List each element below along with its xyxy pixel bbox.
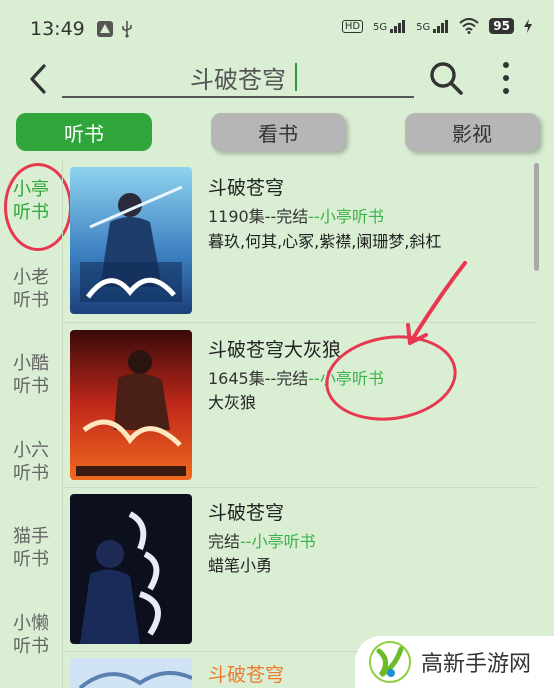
- text-caret: [295, 63, 297, 91]
- book-meta: 完结--小亭听书: [208, 528, 316, 552]
- list-item[interactable]: 斗破苍穹大灰狼 1645集--完结--小亭听书 大灰狼: [64, 325, 534, 485]
- book-cover-image: [70, 330, 192, 480]
- status-icons: HD 5G 5G 95: [341, 18, 532, 34]
- tab-video[interactable]: 影视: [405, 113, 539, 151]
- sidebar-divider: [62, 160, 63, 688]
- scrollbar[interactable]: [534, 163, 539, 271]
- sidebar-item-xiaoliu[interactable]: 小六听书: [0, 439, 62, 485]
- tab-listen[interactable]: 听书: [16, 113, 152, 151]
- watermark-text: 高新手游网: [421, 652, 532, 677]
- list-item[interactable]: 斗破苍穹 1190集--完结--小亭听书 暮玖,何其,心冢,紫襟,阑珊梦,斜杠: [64, 163, 534, 321]
- sidebar-item-label: 小酷听书: [13, 353, 49, 397]
- book-episodes: 1645集--完结: [208, 369, 309, 388]
- more-options-icon[interactable]: [496, 60, 516, 96]
- sidebar-item-label: 小六听书: [13, 440, 49, 484]
- signal1-icon: 5G: [373, 19, 406, 33]
- signal2-icon: 5G: [416, 19, 449, 33]
- watermark: 高新手游网: [355, 636, 554, 688]
- net1-label: 5G: [373, 22, 388, 33]
- status-time: 13:49: [30, 18, 85, 40]
- battery-indicator: 95: [489, 18, 514, 34]
- book-source: --小亭听书: [308, 369, 384, 388]
- hd-badge: HD: [341, 19, 364, 33]
- search-underline: [62, 96, 414, 98]
- book-cover-image: [70, 658, 192, 688]
- sidebar-item-xiaolao[interactable]: 小老听书: [0, 266, 62, 312]
- book-authors: 蜡笔小勇: [208, 556, 273, 575]
- back-arrow-icon[interactable]: [24, 62, 54, 96]
- book-title: 斗破苍穹大灰狼: [208, 339, 342, 361]
- book-source: --小亭听书: [240, 532, 316, 551]
- net2-label: 5G: [416, 22, 431, 33]
- search-icon[interactable]: [428, 60, 464, 96]
- book-episodes: 1190集--完结: [208, 207, 309, 226]
- book-title: 斗破苍穹: [208, 664, 285, 686]
- sidebar-item-xiaoku[interactable]: 小酷听书: [0, 352, 62, 398]
- sidebar-item-label: 小懒听书: [13, 613, 49, 657]
- wifi-icon: [459, 18, 479, 34]
- book-cover-image: [70, 167, 192, 314]
- charging-icon: [524, 19, 532, 33]
- usb-icon: [122, 21, 132, 38]
- search-input[interactable]: [62, 58, 414, 96]
- divider: [64, 487, 538, 488]
- sidebar-item-xiaoting[interactable]: 小亭听书: [0, 178, 62, 224]
- divider: [64, 322, 538, 323]
- book-source: --小亭听书: [308, 207, 384, 226]
- book-title: 斗破苍穹: [208, 177, 285, 199]
- sidebar-item-label: 猫手听书: [13, 526, 49, 570]
- book-meta: 1645集--完结--小亭听书: [208, 365, 384, 389]
- list-item[interactable]: 斗破苍穹 完结--小亭听书 蜡笔小勇: [64, 490, 534, 648]
- book-cover-image: [70, 494, 192, 644]
- tab-read[interactable]: 看书: [211, 113, 345, 151]
- sidebar-item-maoshou[interactable]: 猫手听书: [0, 525, 62, 571]
- sidebar-item-label: 小老听书: [13, 267, 49, 311]
- watermark-logo-icon: [369, 641, 411, 683]
- status-bar: 13:49 HD 5G 5G 95: [0, 0, 554, 60]
- book-title: 斗破苍穹: [208, 502, 285, 524]
- sidebar-item-label: 小亭听书: [13, 179, 49, 223]
- book-meta: 1190集--完结--小亭听书: [208, 203, 384, 227]
- book-authors: 暮玖,何其,心冢,紫襟,阑珊梦,斜杠: [208, 232, 442, 251]
- app-notification-icon: [97, 21, 113, 37]
- sidebar-item-xiaolan[interactable]: 小懒听书: [0, 612, 62, 658]
- book-authors: 大灰狼: [208, 393, 257, 412]
- book-episodes: 完结: [208, 532, 241, 551]
